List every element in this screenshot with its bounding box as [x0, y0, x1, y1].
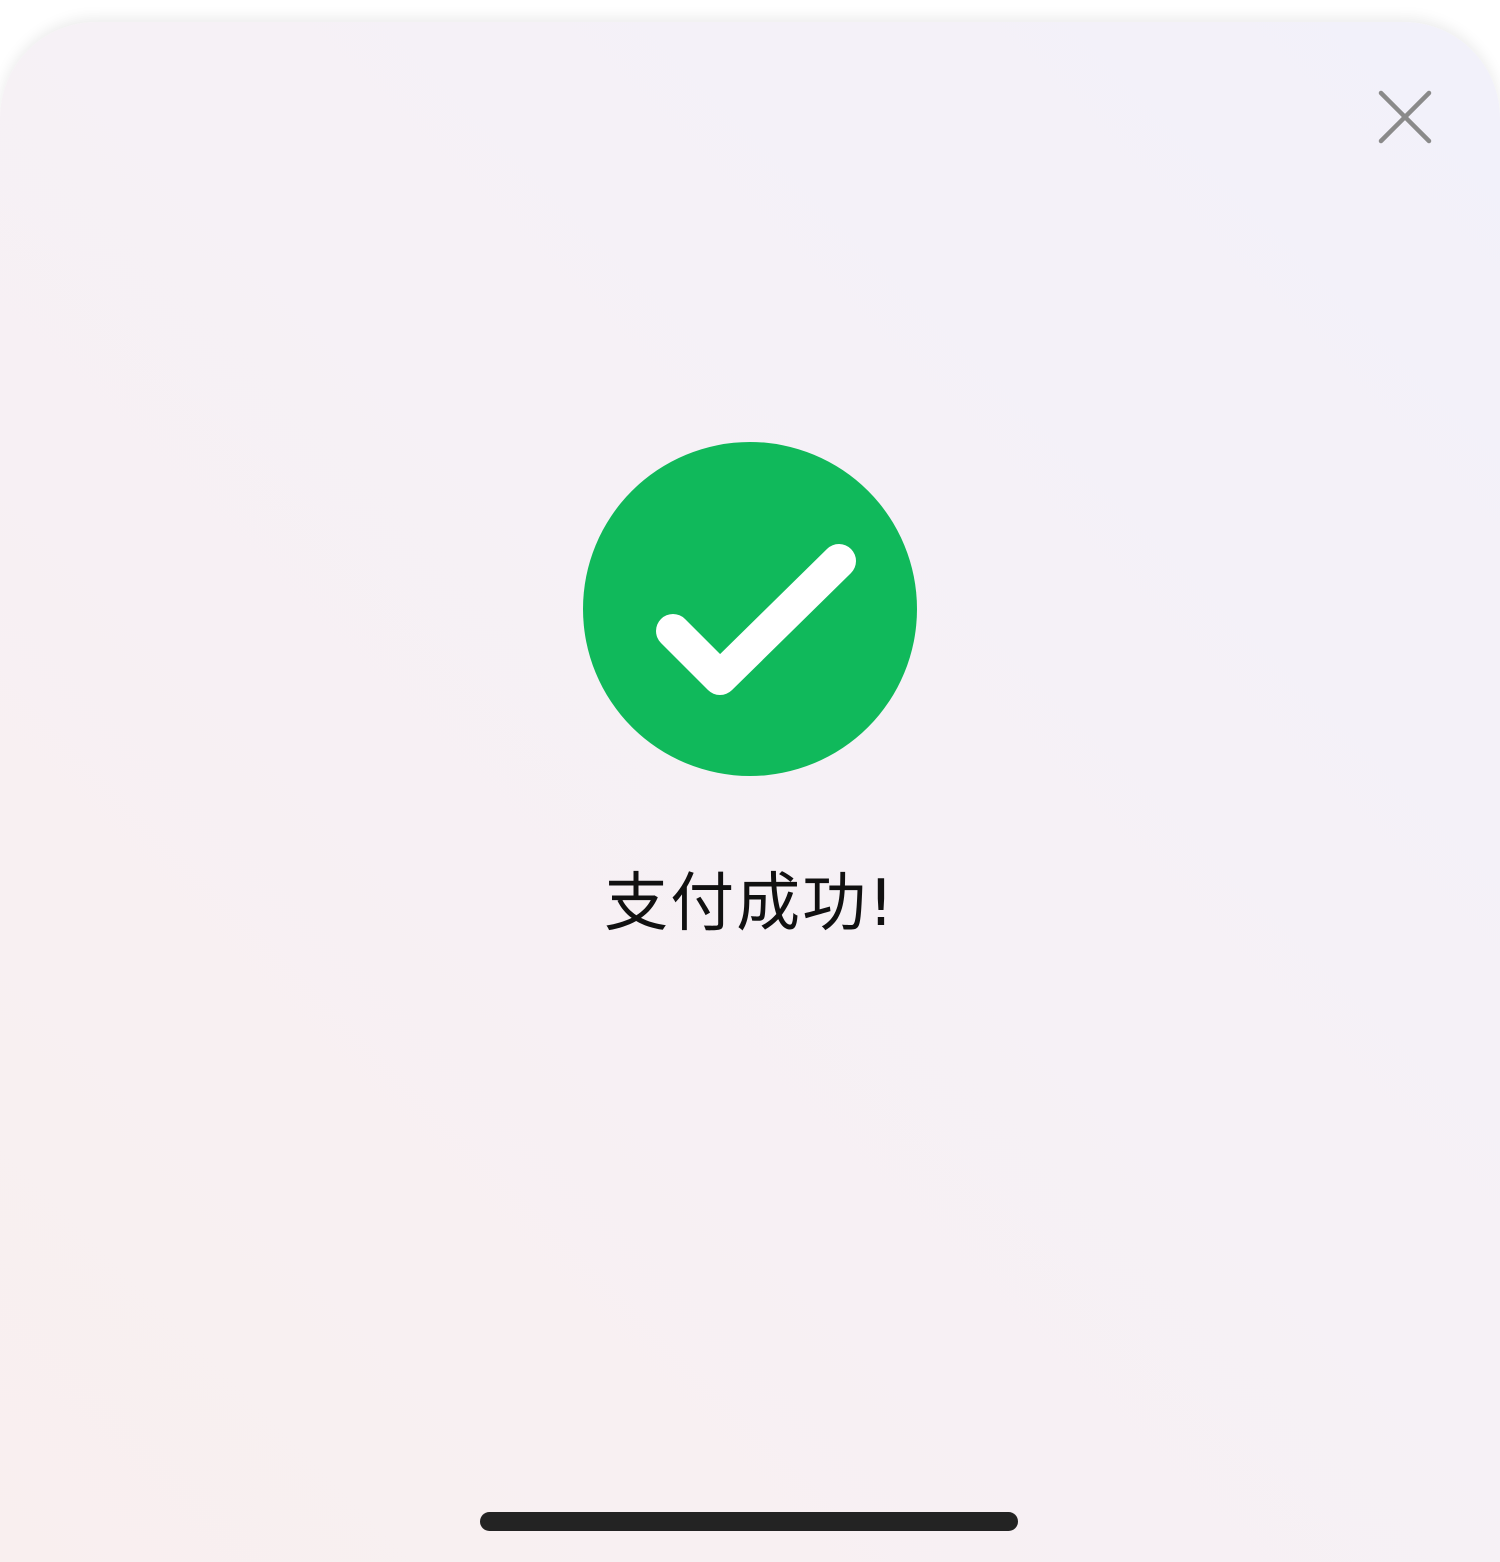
payment-success-sheet: 支付成功!	[0, 22, 1500, 1562]
close-button[interactable]	[1368, 80, 1442, 154]
home-indicator[interactable]	[480, 1512, 1018, 1531]
close-icon	[1378, 90, 1432, 144]
check-circle-icon	[583, 442, 917, 776]
payment-success-message: 支付成功!	[604, 867, 896, 941]
